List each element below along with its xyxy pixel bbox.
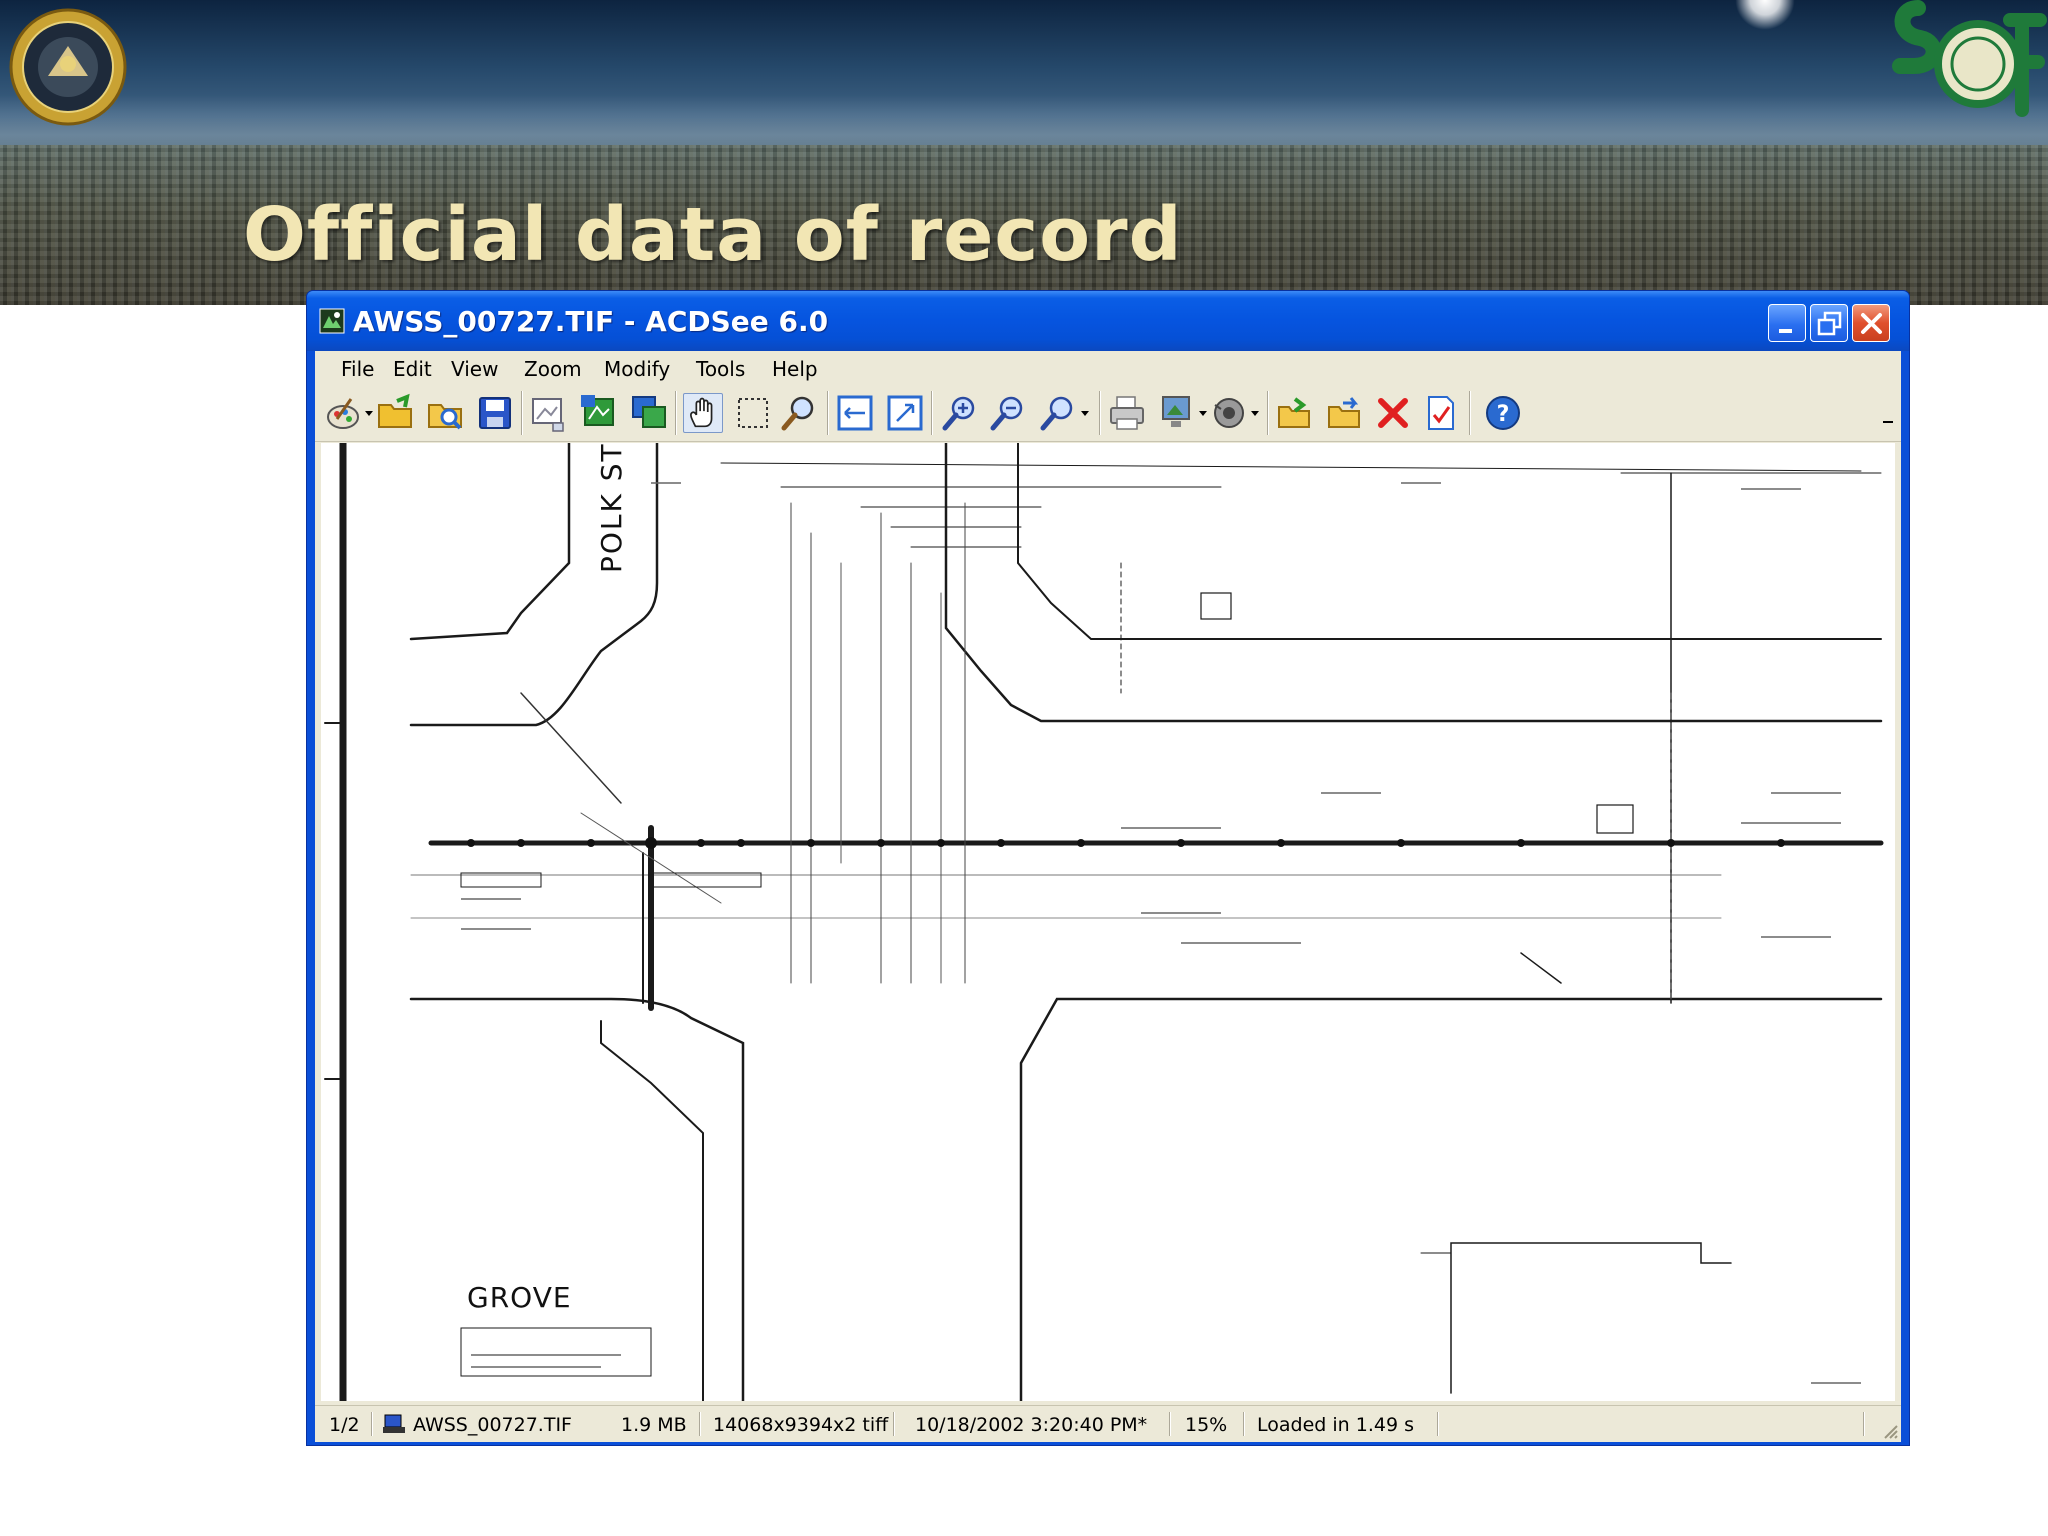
zoom-options-dropdown[interactable] bbox=[1081, 411, 1089, 416]
status-zoom: 15% bbox=[1185, 1414, 1228, 1436]
status-separator bbox=[699, 1412, 701, 1436]
status-separator bbox=[1863, 1412, 1865, 1436]
acdsee-window: AWSS_00727.TIF - ACDSee 6.0 File Edit Vi… bbox=[306, 290, 1910, 1446]
fit-width-icon[interactable] bbox=[835, 393, 875, 433]
status-filesize: 1.9 MB bbox=[621, 1414, 687, 1436]
status-separator bbox=[371, 1412, 373, 1436]
select-tool-icon[interactable] bbox=[733, 393, 773, 433]
svg-text:?: ? bbox=[1497, 402, 1510, 427]
dpw-logo bbox=[1892, 0, 2047, 117]
toolbar: ? bbox=[315, 385, 1901, 442]
menu-bar: File Edit View Zoom Modify Tools Help bbox=[315, 351, 1901, 385]
wallpaper-dropdown[interactable] bbox=[1199, 411, 1207, 416]
toolbar-separator bbox=[827, 391, 829, 435]
restore-icon bbox=[1817, 311, 1842, 336]
sun-glare bbox=[1735, 0, 1795, 30]
close-icon bbox=[1861, 313, 1882, 334]
status-separator bbox=[1243, 1412, 1245, 1436]
minimize-button[interactable] bbox=[1768, 304, 1806, 342]
status-dimensions: 14068x9394x2 tiff bbox=[713, 1414, 889, 1436]
toolbar-separator bbox=[521, 391, 523, 435]
slide-banner: Official data of record bbox=[0, 0, 2048, 305]
menu-zoom[interactable]: Zoom bbox=[524, 357, 582, 381]
street-label-grove: GROVE bbox=[467, 1281, 572, 1314]
status-separator bbox=[1437, 1412, 1439, 1436]
city-seal-logo bbox=[9, 8, 127, 126]
street-label-polk: POLK STR bbox=[595, 443, 628, 573]
fit-image-icon[interactable] bbox=[885, 393, 925, 433]
zoom-options-icon[interactable] bbox=[1037, 393, 1077, 433]
slideshow-icon[interactable] bbox=[629, 393, 669, 433]
slide-title: Official data of record bbox=[243, 192, 1183, 278]
toolbar-separator bbox=[931, 391, 933, 435]
save-icon[interactable] bbox=[475, 393, 515, 433]
menu-help[interactable]: Help bbox=[772, 357, 818, 381]
copy-to-icon[interactable] bbox=[1275, 393, 1315, 433]
acquire-dropdown[interactable] bbox=[365, 411, 373, 416]
minimize-icon bbox=[1779, 329, 1792, 333]
next-image-icon[interactable] bbox=[579, 393, 619, 433]
toolbar-separator bbox=[675, 391, 677, 435]
toolbar-separator bbox=[1267, 391, 1269, 435]
menu-view[interactable]: View bbox=[451, 357, 498, 381]
close-button[interactable] bbox=[1852, 304, 1890, 342]
status-separator bbox=[893, 1412, 895, 1436]
move-to-icon[interactable] bbox=[1325, 393, 1365, 433]
print-icon[interactable] bbox=[1107, 393, 1147, 433]
engineering-drawing: POLK STR GROVE bbox=[324, 443, 1884, 1401]
menu-file[interactable]: File bbox=[341, 357, 374, 381]
menu-edit[interactable]: Edit bbox=[393, 357, 432, 381]
window-titlebar[interactable]: AWSS_00727.TIF - ACDSee 6.0 bbox=[307, 291, 1909, 351]
delete-icon[interactable] bbox=[1373, 393, 1413, 433]
window-title: AWSS_00727.TIF - ACDSee 6.0 bbox=[353, 305, 829, 338]
audio-icon[interactable] bbox=[1209, 393, 1249, 433]
image-viewport[interactable]: POLK STR GROVE bbox=[321, 443, 1895, 1401]
status-bar: 1/2 AWSS_00727.TIF 1.9 MB 14068x9394x2 t… bbox=[315, 1405, 1901, 1442]
tiff-file-icon bbox=[383, 1414, 405, 1433]
zoom-tool-icon[interactable] bbox=[779, 393, 819, 433]
hand-tool-icon[interactable] bbox=[683, 393, 723, 433]
wallpaper-icon[interactable] bbox=[1157, 393, 1197, 433]
properties-icon[interactable] bbox=[1421, 393, 1461, 433]
audio-dropdown[interactable] bbox=[1251, 411, 1259, 416]
status-page: 1/2 bbox=[329, 1414, 360, 1436]
window-client: File Edit View Zoom Modify Tools Help ? … bbox=[315, 351, 1901, 1442]
browse-icon[interactable] bbox=[375, 393, 415, 433]
previous-image-icon[interactable] bbox=[529, 393, 569, 433]
menu-modify[interactable]: Modify bbox=[604, 357, 670, 381]
status-separator bbox=[1169, 1412, 1171, 1436]
acquire-icon[interactable] bbox=[323, 393, 363, 433]
toolbar-separator bbox=[1469, 391, 1471, 435]
toolbar-overflow-chevron[interactable] bbox=[1883, 421, 1893, 423]
help-icon[interactable]: ? bbox=[1483, 393, 1523, 433]
toolbar-separator bbox=[1099, 391, 1101, 435]
status-modified: 10/18/2002 3:20:40 PM* bbox=[915, 1414, 1148, 1436]
resize-grip-icon[interactable] bbox=[1881, 1422, 1899, 1440]
acdsee-app-icon[interactable] bbox=[319, 308, 345, 334]
open-icon[interactable] bbox=[425, 393, 465, 433]
maximize-button[interactable] bbox=[1810, 304, 1848, 342]
zoom-out-icon[interactable] bbox=[987, 393, 1027, 433]
menu-tools[interactable]: Tools bbox=[696, 357, 745, 381]
status-filename: AWSS_00727.TIF bbox=[413, 1414, 572, 1436]
zoom-in-icon[interactable] bbox=[939, 393, 979, 433]
status-loaded: Loaded in 1.49 s bbox=[1257, 1414, 1414, 1436]
